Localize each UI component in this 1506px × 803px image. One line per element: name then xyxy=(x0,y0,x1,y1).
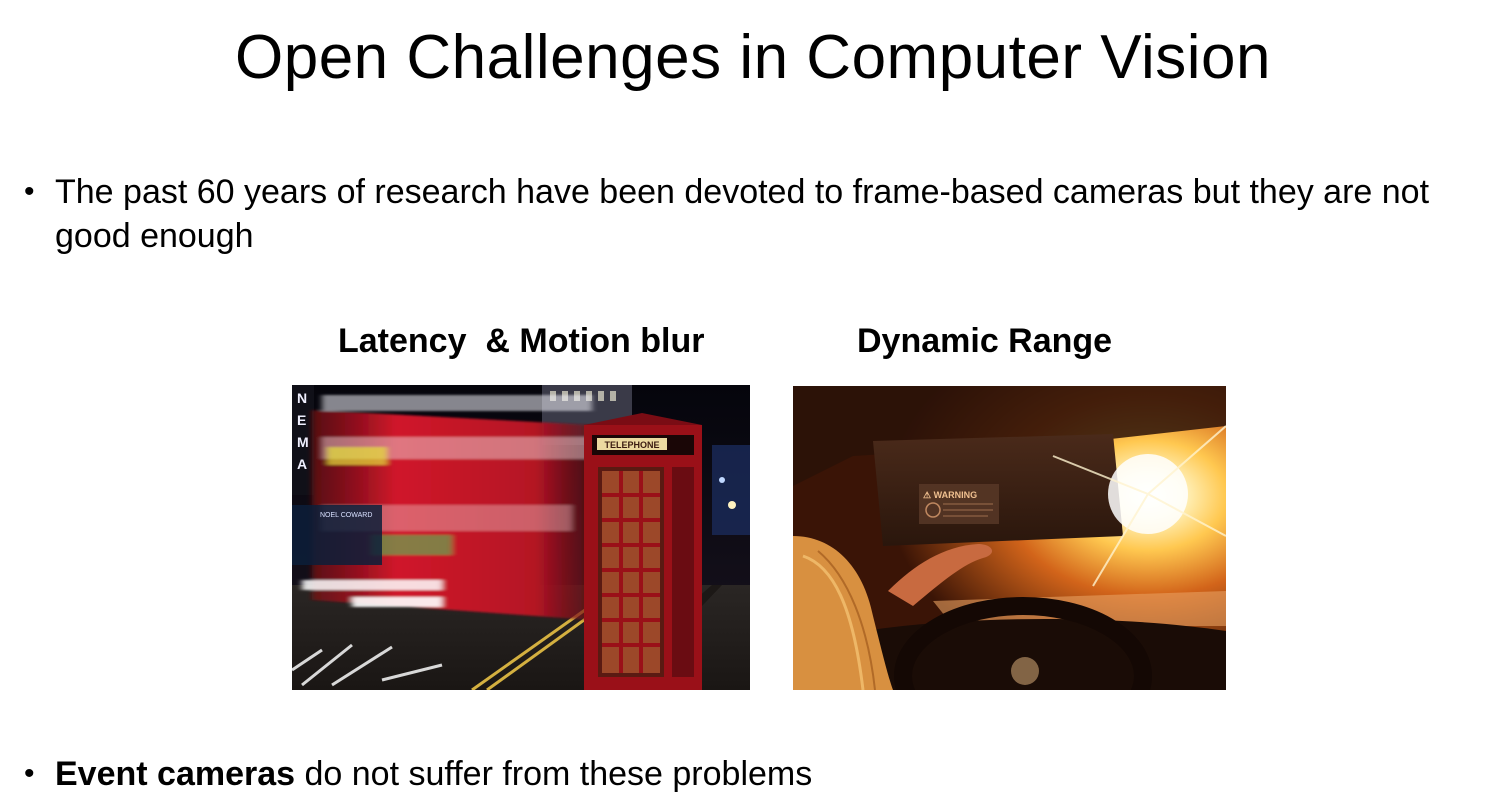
bullet-bold-text: Event cameras xyxy=(55,755,296,793)
caption-dynamic-range: Dynamic Range xyxy=(857,322,1113,360)
caption-latency-motion-blur: Latency & Motion blur xyxy=(338,322,705,360)
photo-bus-motion-blur: N E M A NOEL COWARD TELEPHONE xyxy=(292,385,750,690)
bullet-text: Event cameras do not suffer from these p… xyxy=(55,752,1474,796)
sign-letter: M xyxy=(297,434,309,450)
bullet-rest-text: do not suffer from these problems xyxy=(295,755,813,793)
bullet-marker: • xyxy=(24,757,35,790)
glare-scene-illustration: ⚠ WARNING xyxy=(793,386,1226,690)
sign-letter: N xyxy=(297,390,307,406)
bullet-text: The past 60 years of research have been … xyxy=(55,173,1430,255)
slide-title: Open Challenges in Computer Vision xyxy=(234,23,1271,92)
bullet-event-cameras: • Event cameras do not suffer from these… xyxy=(24,752,1474,796)
bus-scene-illustration: N E M A NOEL COWARD TELEPHONE xyxy=(292,385,750,690)
shop-sign: NOEL COWARD xyxy=(320,512,372,519)
sign-letter: A xyxy=(297,456,307,472)
photo-sun-glare-car: ⚠ WARNING xyxy=(793,386,1226,690)
booth-sign: TELEPHONE xyxy=(604,440,659,450)
bullet-marker: • xyxy=(24,175,35,208)
visor-warning-label: ⚠ WARNING xyxy=(923,490,977,500)
sign-letter: E xyxy=(297,412,306,428)
bullet-frame-based: • The past 60 years of research have bee… xyxy=(24,170,1474,258)
